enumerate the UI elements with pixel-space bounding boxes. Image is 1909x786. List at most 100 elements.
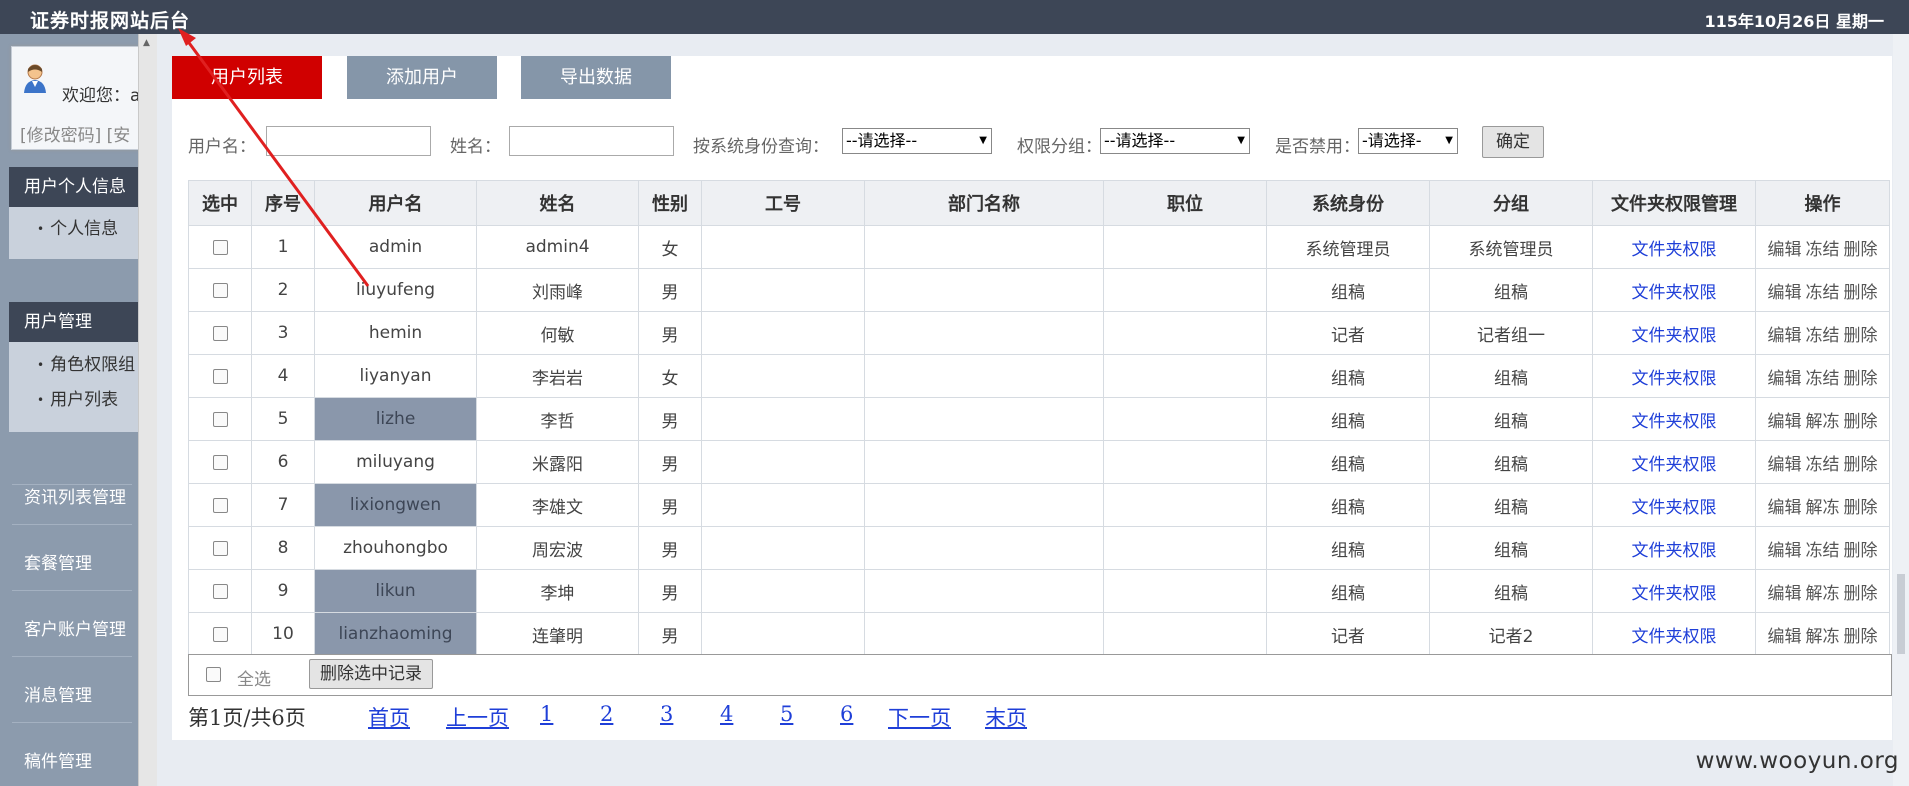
menu-head-personal[interactable]: 用户个人信息	[9, 167, 138, 207]
row-group: 组稿	[1429, 354, 1593, 398]
folder-perm-link[interactable]: 文件夹权限	[1632, 283, 1717, 303]
menu-item-role-groups[interactable]: • 角色权限组	[9, 342, 138, 380]
folder-perm-link[interactable]: 文件夹权限	[1632, 627, 1717, 647]
row-folder-perm-cell: 文件夹权限	[1592, 526, 1756, 570]
page-scrollbar[interactable]	[1893, 34, 1909, 786]
delete-link[interactable]: 删除	[1844, 412, 1878, 432]
menu-news-list[interactable]: 资讯列表管理	[24, 483, 126, 508]
freeze-toggle-link[interactable]: 解冻	[1806, 498, 1840, 518]
menu-customer-accounts[interactable]: 客户账户管理	[24, 615, 126, 640]
role-select[interactable]: --请选择-- ▼	[842, 128, 992, 154]
folder-perm-link[interactable]: 文件夹权限	[1632, 412, 1717, 432]
folder-perm-link[interactable]: 文件夹权限	[1632, 541, 1717, 561]
edit-link[interactable]: 编辑	[1768, 627, 1802, 647]
row-checkbox[interactable]	[212, 540, 228, 556]
row-name: 米露阳	[476, 440, 639, 484]
edit-link[interactable]: 编辑	[1768, 326, 1802, 346]
table-row: 10 lianzhaoming 连肇明男 记者 记者2 文件夹权限 编辑 解冻 删除	[188, 612, 1890, 656]
row-position	[1103, 612, 1267, 656]
page-first-link[interactable]: 首页	[368, 702, 410, 732]
delete-selected-button[interactable]: 删除选中记录	[309, 659, 433, 689]
edit-link[interactable]: 编辑	[1768, 584, 1802, 604]
row-checkbox[interactable]	[212, 583, 228, 599]
tab-export-data[interactable]: 导出数据	[521, 56, 671, 99]
row-checkbox[interactable]	[212, 454, 228, 470]
menu-packages[interactable]: 套餐管理	[24, 549, 92, 574]
freeze-toggle-link[interactable]: 解冻	[1806, 627, 1840, 647]
freeze-toggle-link[interactable]: 冻结	[1806, 541, 1840, 561]
freeze-toggle-link[interactable]: 解冻	[1806, 584, 1840, 604]
row-folder-perm-cell: 文件夹权限	[1592, 268, 1756, 312]
row-checkbox[interactable]	[212, 368, 228, 384]
delete-link[interactable]: 删除	[1844, 369, 1878, 389]
delete-link[interactable]: 删除	[1844, 541, 1878, 561]
freeze-toggle-link[interactable]: 解冻	[1806, 412, 1840, 432]
page-prev-link[interactable]: 上一页	[446, 702, 509, 732]
delete-link[interactable]: 删除	[1844, 455, 1878, 475]
row-checkbox[interactable]	[212, 411, 228, 427]
menu-manuscripts[interactable]: 稿件管理	[24, 747, 92, 772]
row-folder-perm-cell: 文件夹权限	[1592, 354, 1756, 398]
edit-link[interactable]: 编辑	[1768, 541, 1802, 561]
row-checkbox[interactable]	[212, 282, 228, 298]
scroll-up-icon[interactable]: ▲	[143, 38, 150, 48]
folder-perm-link[interactable]: 文件夹权限	[1632, 369, 1717, 389]
edit-link[interactable]: 编辑	[1768, 412, 1802, 432]
select-all-checkbox[interactable]	[206, 667, 221, 682]
edit-link[interactable]: 编辑	[1768, 240, 1802, 260]
delete-link[interactable]: 删除	[1844, 627, 1878, 647]
confirm-button[interactable]: 确定	[1482, 126, 1544, 158]
disabled-select[interactable]: -请选择- ▼	[1358, 128, 1458, 154]
folder-perm-link[interactable]: 文件夹权限	[1632, 326, 1717, 346]
freeze-toggle-link[interactable]: 冻结	[1806, 369, 1840, 389]
page-link-5[interactable]: 5	[780, 702, 793, 726]
row-checkbox[interactable]	[212, 239, 228, 255]
page-link-3[interactable]: 3	[660, 702, 673, 726]
scrollbar-thumb[interactable]	[1897, 574, 1905, 654]
edit-link[interactable]: 编辑	[1768, 498, 1802, 518]
page-link-1[interactable]: 1	[540, 702, 553, 726]
edit-link[interactable]: 编辑	[1768, 283, 1802, 303]
row-select-cell	[188, 483, 252, 527]
freeze-toggle-link[interactable]: 冻结	[1806, 240, 1840, 260]
page-link-4[interactable]: 4	[720, 702, 733, 726]
row-checkbox[interactable]	[212, 325, 228, 341]
row-role: 记者	[1266, 612, 1430, 656]
folder-perm-link[interactable]: 文件夹权限	[1632, 455, 1717, 475]
welcome-box: 欢迎您：a [修改密码] [安	[11, 46, 138, 150]
menu-item-personal-info[interactable]: • 个人信息	[9, 207, 138, 259]
delete-link[interactable]: 删除	[1844, 240, 1878, 260]
folder-perm-link[interactable]: 文件夹权限	[1632, 240, 1717, 260]
page-link-2[interactable]: 2	[600, 702, 613, 726]
username-input[interactable]	[266, 126, 431, 156]
page-next-link[interactable]: 下一页	[888, 702, 951, 732]
folder-perm-link[interactable]: 文件夹权限	[1632, 498, 1717, 518]
delete-link[interactable]: 删除	[1844, 326, 1878, 346]
page-last-link[interactable]: 末页	[985, 702, 1027, 732]
row-checkbox[interactable]	[212, 626, 228, 642]
edit-link[interactable]: 编辑	[1768, 369, 1802, 389]
row-name: 刘雨峰	[476, 268, 639, 312]
edit-link[interactable]: 编辑	[1768, 455, 1802, 475]
bullet-icon: •	[37, 222, 45, 236]
group-select[interactable]: --请选择-- ▼	[1100, 128, 1250, 154]
tab-user-list[interactable]: 用户列表	[172, 56, 322, 99]
tab-add-user[interactable]: 添加用户	[347, 56, 497, 99]
row-name: 周宏波	[476, 526, 639, 570]
freeze-toggle-link[interactable]: 冻结	[1806, 326, 1840, 346]
delete-link[interactable]: 删除	[1844, 283, 1878, 303]
folder-perm-link[interactable]: 文件夹权限	[1632, 584, 1717, 604]
delete-link[interactable]: 删除	[1844, 498, 1878, 518]
row-checkbox[interactable]	[212, 497, 228, 513]
name-input[interactable]	[509, 126, 674, 156]
freeze-toggle-link[interactable]: 冻结	[1806, 455, 1840, 475]
account-links[interactable]: [修改密码] [安	[20, 121, 130, 146]
menu-messages[interactable]: 消息管理	[24, 681, 92, 706]
page-link-6[interactable]: 6	[840, 702, 853, 726]
menu-item-user-list[interactable]: • 用户列表	[9, 380, 138, 432]
freeze-toggle-link[interactable]: 冻结	[1806, 283, 1840, 303]
menu-head-users[interactable]: 用户管理	[9, 302, 138, 342]
table-row: 4 liyanyan 李岩岩女 组稿 组稿 文件夹权限 编辑 冻结 删除	[188, 354, 1890, 398]
delete-link[interactable]: 删除	[1844, 584, 1878, 604]
sidebar-scrollbar[interactable]: ▲	[138, 34, 157, 786]
